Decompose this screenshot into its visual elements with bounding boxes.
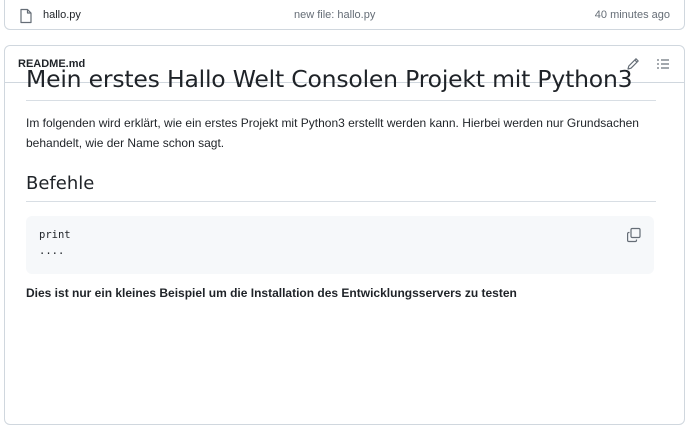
intro-paragraph: Im folgenden wird erklärt, wie ein erste… xyxy=(26,116,639,150)
file-name-link[interactable]: hallo.py xyxy=(43,9,81,21)
commit-time: 40 minutes ago xyxy=(594,9,670,21)
bold-paragraph: Dies ist nur ein kleines Beispiel um die… xyxy=(26,286,517,300)
commit-message-link[interactable]: new file: hallo.py xyxy=(294,9,375,21)
readme-content: Mein erstes Hallo Welt Consolen Projekt … xyxy=(26,62,656,300)
list-icon[interactable] xyxy=(654,55,672,73)
code-line: print xyxy=(39,229,71,241)
file-list-row[interactable]: hallo.py new file: hallo.py 40 minutes a… xyxy=(4,0,685,30)
copy-icon[interactable] xyxy=(626,227,642,243)
file-icon xyxy=(19,8,33,24)
code-block: print .... xyxy=(26,216,654,274)
code-line: .... xyxy=(39,245,65,257)
readme-heading: Mein erstes Hallo Welt Consolen Projekt … xyxy=(26,62,656,101)
section-heading: Befehle xyxy=(26,171,656,202)
